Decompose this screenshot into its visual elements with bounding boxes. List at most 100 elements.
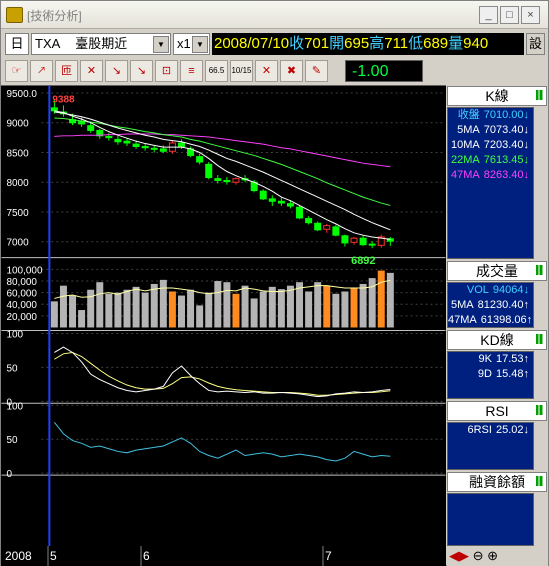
quote-value: 689 [423, 35, 449, 52]
candle-body [150, 147, 158, 150]
candle-body [305, 218, 313, 224]
indicator-row: 6RSI 25.02↓ [448, 423, 533, 438]
panel-scrollbar[interactable] [535, 422, 547, 470]
period-button[interactable]: 日 [5, 33, 29, 55]
candle-body [314, 222, 322, 231]
ma5-line [54, 110, 391, 240]
price-tick-label: 7500 [6, 208, 29, 219]
close-button[interactable]: × [521, 6, 540, 24]
date-icon[interactable]: 10/15 [230, 60, 253, 82]
chart-area[interactable]: 9500.090008500800075007000100,00080,0006… [1, 85, 446, 546]
indicator-label: 6RSI [467, 424, 492, 436]
scroll-right-icon[interactable]: ▶ [459, 548, 469, 563]
indicator-row: 47MA 8263.40↓ [448, 168, 533, 183]
pencil-icon[interactable]: ✎ [305, 60, 328, 82]
indicator-label: 10MA [450, 139, 480, 151]
candle-body [296, 206, 304, 219]
drawing-toolbar: ☞ 🡕 匝 ✕ ↘ ↘ ⊡ ≡ 66.5 10/15 ✕ ✖ ✎ -1.00 [5, 59, 545, 83]
price-tick-label: 9500.0 [6, 89, 37, 100]
maximize-button[interactable]: □ [500, 6, 519, 24]
symbol-code: TXA [35, 36, 60, 51]
indicator-arrow: ↓ [523, 109, 530, 121]
date-label: 2008 [5, 549, 32, 563]
indicator-row: 22MA 7613.45↓ [448, 153, 533, 168]
indicator-label: 22MA [450, 154, 480, 166]
panel-scrollbar[interactable] [535, 351, 547, 399]
symbol-name: 臺股期近 [75, 36, 128, 51]
indicator-label: 5MA [457, 124, 480, 136]
panel-values-margin [447, 493, 534, 546]
panel-scrollbar[interactable] [535, 493, 547, 546]
candle-body [368, 243, 376, 246]
fan-icon[interactable]: ↘ [105, 60, 128, 82]
volume-bar [314, 282, 322, 328]
volume-bar [141, 292, 149, 328]
indicator-label: 9D [477, 368, 492, 380]
zoom-out-icon[interactable]: ⊖ [473, 548, 484, 563]
indicator-arrow: ↓ [523, 124, 530, 136]
indicator-label: 9K [478, 353, 492, 365]
panel-title-kd: KD線 [447, 330, 547, 350]
candle-body [259, 190, 267, 200]
value-66-icon[interactable]: 66.5 [205, 60, 228, 82]
rsi-tick-label: 100 [6, 401, 23, 412]
rsi-line [53, 421, 391, 462]
volume-tick-label: 80,000 [6, 277, 37, 288]
indicator-label: VOL [466, 284, 489, 296]
low-label: 6892 [351, 255, 375, 267]
indicator-value: 8263.40 [483, 169, 524, 181]
arc-icon[interactable]: ↘ [130, 60, 153, 82]
volume-tick-label: 100,000 [6, 265, 42, 276]
quote-date: 2008/07/10 [214, 35, 290, 52]
panel-title-k: K線 [447, 86, 547, 106]
indicator-label: 47MA [448, 314, 477, 326]
title-bar[interactable]: [技術分析] _ □ × [1, 1, 548, 29]
date-label: 5 [50, 549, 57, 563]
chevron-down-icon[interactable]: ▼ [192, 36, 208, 53]
candle-body [141, 146, 149, 149]
pointer-icon[interactable]: ☞ [5, 60, 28, 82]
scroll-left-icon[interactable]: ◀ [449, 548, 459, 563]
kd-k-line [54, 346, 391, 398]
indicator-value: 7073.40 [483, 124, 524, 136]
volume-bar [150, 283, 158, 328]
indicator-value: 7010.00 [483, 109, 524, 121]
panel-scrollbar[interactable] [535, 107, 547, 259]
volume-bar [69, 295, 77, 328]
quote-toolbar: 日 TXA 臺股期近 ▼ x1 ▼ 2008/07/10收701開695高711… [5, 33, 545, 55]
volume-bar [96, 282, 104, 328]
volume-bar [168, 291, 176, 328]
minimize-button[interactable]: _ [479, 6, 498, 24]
date-label: 7 [325, 549, 332, 563]
trendline-icon[interactable]: 🡕 [30, 60, 53, 82]
candle-body [350, 237, 358, 243]
kd-d-line [54, 351, 391, 396]
indicator-arrow: ↓ [523, 154, 530, 166]
volume-bar [223, 282, 231, 328]
fibonacci-icon[interactable]: ≡ [180, 60, 203, 82]
delete-icon[interactable]: ✕ [255, 60, 278, 82]
quote-value: 940 [463, 35, 489, 52]
zoom-select[interactable]: x1 ▼ [173, 33, 210, 55]
cross-icon[interactable]: ✕ [80, 60, 103, 82]
box-icon[interactable]: ⊡ [155, 60, 178, 82]
indicator-value: 94064 [492, 284, 524, 296]
volume-bar [132, 286, 140, 328]
price-tick-label: 8500 [6, 148, 29, 159]
volume-bar [205, 292, 213, 328]
nav-controls: ◀▶ ⊖ ⊕ [447, 546, 548, 566]
volume-bar [332, 293, 340, 328]
symbol-select[interactable]: TXA 臺股期近 ▼ [31, 33, 171, 55]
chevron-down-icon[interactable]: ▼ [153, 36, 169, 53]
indicator-row: 9K 17.53↑ [448, 352, 533, 367]
volume-bar [350, 287, 358, 328]
delete-all-icon[interactable]: ✖ [280, 60, 303, 82]
analysis-window: [技術分析] _ □ × 日 TXA 臺股期近 ▼ x1 ▼ 2008/07/1… [0, 0, 549, 566]
volume-bar [214, 281, 222, 328]
candle-body [268, 198, 276, 202]
panel-scrollbar[interactable] [535, 282, 547, 328]
channel-icon[interactable]: 匝 [55, 60, 78, 82]
zoom-in-icon[interactable]: ⊕ [487, 548, 498, 563]
settings-button[interactable]: 設 [526, 33, 545, 55]
indicator-value: 15.48 [495, 368, 524, 380]
